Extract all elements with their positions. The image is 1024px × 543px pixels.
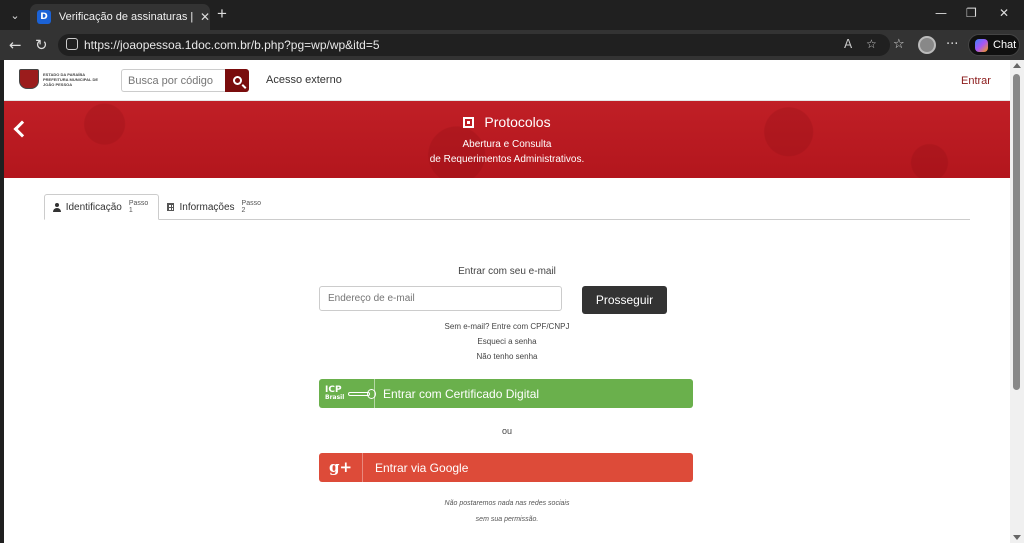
continue-button[interactable]: Prosseguir <box>582 286 667 314</box>
google-login-button[interactable]: g+ Entrar via Google <box>319 453 693 482</box>
social-note-line1: Não postaremos nada nas redes sociais <box>444 500 570 507</box>
profile-avatar[interactable] <box>918 36 936 54</box>
restore-icon[interactable]: ❐ <box>966 6 977 20</box>
cert-button-label: Entrar com Certificado Digital <box>383 386 540 401</box>
tab-label: Identificação <box>65 201 122 213</box>
tab-list-chevron-icon[interactable]: ⌄ <box>5 5 25 25</box>
banner-subtitle-line2: de Requerimentos Administrativos. <box>429 154 585 165</box>
scroll-down-arrow-icon[interactable] <box>1013 535 1021 540</box>
scroll-thumb[interactable] <box>1013 74 1020 390</box>
logo-text: ESTADO DA PARAÍBA PREFEITURA MUNICIPAL D… <box>43 71 99 87</box>
step-tabs: Identificação Passo 1 Informações Passo … <box>44 192 970 220</box>
read-aloud-icon[interactable]: A <box>844 37 852 51</box>
reload-icon[interactable]: ↻ <box>35 36 48 54</box>
site-logo[interactable]: ESTADO DA PARAÍBA PREFEITURA MUNICIPAL D… <box>19 69 103 89</box>
search-icon <box>232 76 246 89</box>
key-icon <box>348 388 377 399</box>
window-close-icon[interactable]: ✕ <box>999 6 1009 20</box>
tab-identification[interactable]: Identificação Passo 1 <box>44 194 159 220</box>
chat-label: Chat <box>993 39 1017 51</box>
login-link[interactable]: Entrar <box>961 75 991 87</box>
crest-icon <box>19 69 39 89</box>
back-icon[interactable]: ← <box>9 36 22 54</box>
banner-subtitle-line1: Abertura e Consulta <box>462 139 552 150</box>
favicon-icon: D <box>37 10 51 24</box>
page-scrollbar[interactable] <box>1010 60 1024 543</box>
social-note-line2: sem sua permissão. <box>475 516 539 523</box>
digital-certificate-button[interactable]: ICP Brasil Entrar com Certificado Digita… <box>319 379 693 408</box>
forgot-password-link[interactable]: Esqueci a senha <box>4 337 1010 346</box>
external-access-link[interactable]: Acesso externo <box>266 74 342 86</box>
tab-close-icon[interactable]: ✕ <box>200 10 210 24</box>
tab-title: Verificação de assinaturas | Central <box>58 11 196 23</box>
protocol-banner: Protocolos Abertura e Consulta de Requer… <box>4 101 1010 178</box>
copilot-icon <box>975 38 988 52</box>
icp-logo-line2: Brasil <box>325 393 345 401</box>
cpf-cnpj-login-link[interactable]: Sem e-mail? Entre com CPF/CNPJ <box>4 322 1010 331</box>
user-icon <box>53 202 61 212</box>
more-options-icon[interactable]: ··· <box>946 37 958 52</box>
page-viewport: ESTADO DA PARAÍBA PREFEITURA MUNICIPAL D… <box>4 60 1010 543</box>
address-bar[interactable]: https://joaopessoa.1doc.com.br/b.php?pg=… <box>58 34 890 56</box>
icp-logo-line1: ICP <box>325 384 342 395</box>
icp-brasil-logo: ICP Brasil <box>319 379 377 408</box>
code-search-input[interactable] <box>121 69 225 92</box>
page-title: Protocolos <box>484 114 551 130</box>
tab-step-number: Passo 1 <box>128 200 149 214</box>
email-login-label: Entrar com seu e-mail <box>458 266 556 277</box>
grid-icon <box>167 203 174 211</box>
or-separator: ou <box>501 426 512 436</box>
site-header: ESTADO DA PARAÍBA PREFEITURA MUNICIPAL D… <box>4 60 1010 101</box>
browser-tab[interactable]: D Verificação de assinaturas | Central ✕ <box>30 4 210 30</box>
favorite-star-icon[interactable]: ☆ <box>866 37 877 51</box>
site-info-icon[interactable] <box>66 38 78 50</box>
search-button[interactable] <box>225 69 249 92</box>
minimize-icon[interactable]: — <box>935 6 947 20</box>
google-button-label: Entrar via Google <box>375 460 469 475</box>
qr-code-icon <box>463 116 475 128</box>
google-plus-icon: g+ <box>319 453 363 482</box>
email-field[interactable] <box>319 286 562 311</box>
new-tab-plus-icon[interactable]: + <box>217 5 227 23</box>
tab-label: Informações <box>179 201 235 213</box>
browser-toolbar: ← ↻ https://joaopessoa.1doc.com.br/b.php… <box>0 30 1024 60</box>
browser-tab-bar: ⌄ D Verificação de assinaturas | Central… <box>0 0 1024 30</box>
favorites-icon[interactable]: ☆ <box>893 37 905 52</box>
banner-heading: Protocolos <box>4 114 1010 130</box>
url-text[interactable]: https://joaopessoa.1doc.com.br/b.php?pg=… <box>84 38 380 52</box>
tab-step-number: Passo 2 <box>241 200 261 214</box>
no-password-link[interactable]: Não tenho senha <box>4 352 1010 361</box>
scroll-up-arrow-icon[interactable] <box>1013 63 1021 68</box>
copilot-chat-button[interactable]: Chat <box>968 34 1020 56</box>
tab-information[interactable]: Informações Passo 2 <box>159 194 269 220</box>
